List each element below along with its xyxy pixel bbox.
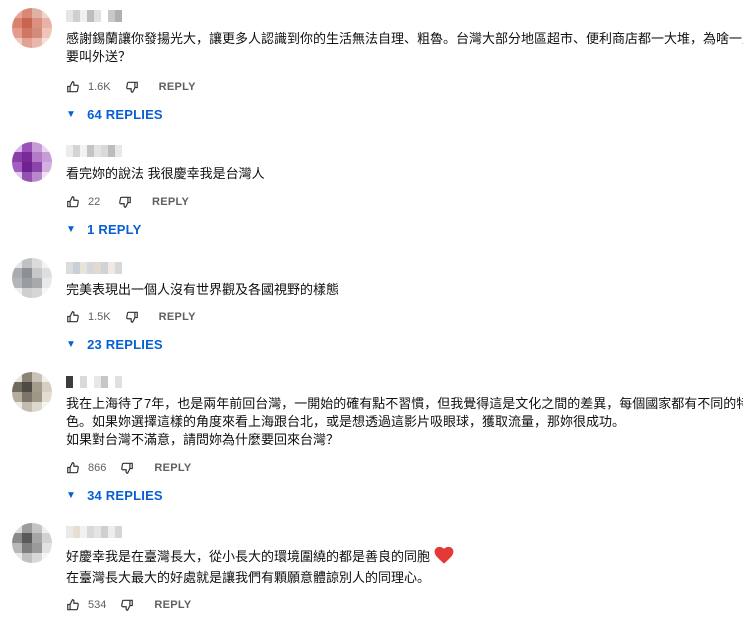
avatar[interactable] xyxy=(12,372,52,412)
thumb-down-icon[interactable] xyxy=(118,195,132,209)
comment-line: 如果對台灣不滿意，請問妳為什麼要回來台灣？ xyxy=(66,432,340,447)
thumb-up-icon[interactable] xyxy=(66,80,80,94)
comment-line: 色。如果妳選擇這樣的角度來看上海跟台北，或是想透過這影片吸眼球，獲取流量，那妳很… xyxy=(66,414,626,429)
thumb-down-icon[interactable] xyxy=(120,598,134,612)
reply-button[interactable]: REPLY xyxy=(154,462,191,474)
thumb-down-icon[interactable] xyxy=(120,461,134,475)
like-count: 534 xyxy=(88,599,107,611)
like-count: 1.5K xyxy=(88,311,111,323)
avatar[interactable] xyxy=(12,142,52,182)
comment-line: 在臺灣長大最大的好處就是讓我們有顆願意體諒別人的同理心。 xyxy=(66,570,431,585)
author-name[interactable] xyxy=(66,526,122,538)
comment-line: 我在上海待了7年，也是兩年前回台灣，一開始的確有點不習慣，但我覺得這是文化之間的… xyxy=(66,396,743,411)
comment-actions: 534 REPLY xyxy=(66,595,192,615)
view-replies-button[interactable]: ▼ 34 REPLIES xyxy=(66,485,163,505)
avatar[interactable] xyxy=(12,8,52,48)
comment-actions: 866 REPLY xyxy=(66,458,192,478)
comment-text: 我在上海待了7年，也是兩年前回台灣，一開始的確有點不習慣，但我覺得這是文化之間的… xyxy=(66,395,743,449)
caret-down-icon: ▼ xyxy=(66,223,77,235)
reply-button[interactable]: REPLY xyxy=(159,81,196,93)
replies-label: 1 REPLY xyxy=(87,221,142,237)
thumb-up-icon[interactable] xyxy=(66,598,80,612)
comment-line: 看完妳的說法 我很慶幸我是台灣人 xyxy=(66,166,265,181)
caret-down-icon: ▼ xyxy=(66,338,77,350)
comment-actions: 22 REPLY xyxy=(66,192,189,212)
comment-actions: 1.5K REPLY xyxy=(66,307,196,327)
thumb-up-icon[interactable] xyxy=(66,461,80,475)
thumb-down-icon[interactable] xyxy=(125,80,139,94)
comment-text: 完美表現出一個人沒有世界觀及各國視野的樣態 xyxy=(66,281,736,299)
reply-button[interactable]: REPLY xyxy=(152,196,189,208)
comment-line: 感謝錫蘭讓你發揚光大，讓更多人認識到你的生活無法自理、粗魯。台灣大部分地區超市、… xyxy=(66,31,743,46)
comment-line: 完美表現出一個人沒有世界觀及各國視野的樣態 xyxy=(66,282,340,297)
like-count: 1.6K xyxy=(88,81,111,93)
view-replies-button[interactable]: ▼ 1 REPLY xyxy=(66,219,142,239)
author-name[interactable] xyxy=(66,376,122,388)
comment-line: 好慶幸我是在臺灣長大，從小長大的環境圍繞的都是善良的同胞 xyxy=(66,548,431,564)
reply-button[interactable]: REPLY xyxy=(159,311,196,323)
like-count: 866 xyxy=(88,462,107,474)
reply-button[interactable]: REPLY xyxy=(154,599,191,611)
comment-actions: 1.6K REPLY xyxy=(66,77,196,97)
avatar[interactable] xyxy=(12,258,52,298)
replies-label: 64 REPLIES xyxy=(87,106,163,122)
caret-down-icon: ▼ xyxy=(66,108,77,120)
author-name[interactable] xyxy=(66,262,122,274)
replies-label: 23 REPLIES xyxy=(87,336,163,352)
author-name[interactable] xyxy=(66,145,122,157)
like-count: 22 xyxy=(88,196,101,208)
thumb-up-icon[interactable] xyxy=(66,310,80,324)
comment-text: 好慶幸我是在臺灣長大，從小長大的環境圍繞的都是善良的同胞 在臺灣長大最大的好處就… xyxy=(66,546,736,587)
thumb-down-icon[interactable] xyxy=(125,310,139,324)
view-replies-button[interactable]: ▼ 23 REPLIES xyxy=(66,334,163,354)
thumb-up-icon[interactable] xyxy=(66,195,80,209)
comment-line: 要叫外送？ xyxy=(66,49,132,64)
comment-text: 看完妳的說法 我很慶幸我是台灣人 xyxy=(66,165,736,183)
heart-icon xyxy=(434,546,454,569)
author-name[interactable] xyxy=(66,10,122,22)
view-replies-button[interactable]: ▼ 64 REPLIES xyxy=(66,104,163,124)
caret-down-icon: ▼ xyxy=(66,489,77,501)
comment-text: 感謝錫蘭讓你發揚光大，讓更多人認識到你的生活無法自理、粗魯。台灣大部分地區超市、… xyxy=(66,30,743,66)
replies-label: 34 REPLIES xyxy=(87,487,163,503)
avatar[interactable] xyxy=(12,523,52,563)
